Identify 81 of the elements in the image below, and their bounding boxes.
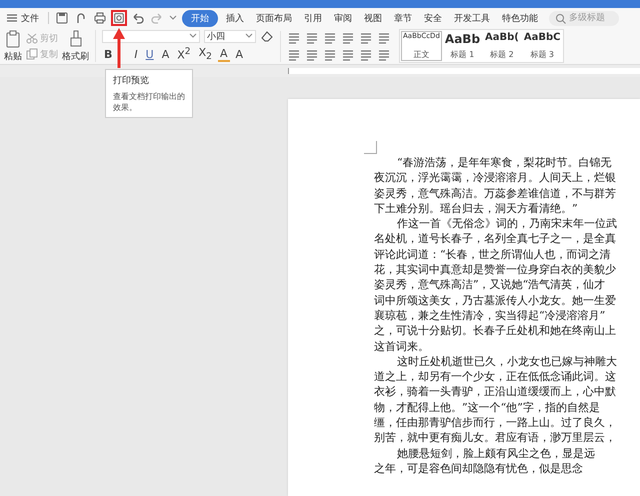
search-field[interactable]: 多级标题: [569, 13, 613, 23]
ribbon-tab[interactable]: 插入: [222, 10, 248, 26]
file-menu-button[interactable]: 文件: [4, 12, 43, 24]
ribbon-tab[interactable]: 页面布局: [252, 10, 296, 26]
text-line: 衣衫，骑着一头青驴，正沿山道缓缓而上，心中默: [374, 384, 616, 400]
save-button[interactable]: [54, 10, 70, 26]
text-line: 她腰悬短剑，脸上颇有风尘之色，显是远: [397, 446, 595, 461]
format-button[interactable]: X$_{2}$: [196, 46, 214, 62]
text-line: 词中所颂这美女，乃古墓派传人小龙女。她一生爱: [374, 292, 616, 308]
search-bar[interactable]: 多级标题: [549, 10, 619, 26]
ribbon-tab[interactable]: 开发工具: [450, 10, 494, 26]
paragraph-format-icon[interactable]: [377, 48, 391, 62]
text-line: 之年，可是容色间却隐隐有忧色，似是思念: [374, 460, 583, 476]
paragraph-format-icon[interactable]: [359, 48, 373, 62]
paragraph-format-icon[interactable]: [341, 30, 355, 44]
style-option[interactable]: AaBbC 标题 3: [522, 31, 562, 61]
undo-icon: [131, 11, 145, 25]
text-line: 名处机，道号长春子，名列全真七子之一，是全真: [374, 231, 616, 247]
print-preview-icon: [113, 11, 125, 25]
format-painter-button[interactable]: 格式刷: [62, 30, 89, 62]
paragraph-format-icon[interactable]: [323, 30, 337, 44]
paragraph-format-icon[interactable]: [287, 30, 301, 44]
text-line: 襄琼苞，兼之生性清冷，实当得起“冷浸溶溶月”: [374, 308, 606, 324]
font-size-field[interactable]: 小四: [204, 30, 256, 43]
dropdown-icon: [189, 32, 197, 40]
text-line: 别苦，就中更有痴儿女。君应有语，渺万里层云，: [374, 430, 616, 446]
margin-corner-mark: [364, 141, 377, 154]
text-line: 物，才配得上他。”这一个“他”字，指的自然是: [374, 400, 600, 416]
ribbon-tab[interactable]: 视图: [360, 10, 386, 26]
ribbon-tab[interactable]: 安全: [420, 10, 446, 26]
text-line: 姿灵秀，意气殊高洁。万蕊参差谁信道，不与群芳: [374, 186, 616, 201]
format-button[interactable]: B: [102, 48, 114, 60]
text-line: 花，其实词中真意却是赞誉一位身穿白衣的美貌少: [374, 262, 616, 278]
text-line: 夜沉沉，浮光霭霭，冷浸溶溶月。人间天上，烂银: [374, 170, 616, 186]
style-option[interactable]: AaBb( 标题 2: [483, 31, 521, 61]
format-button[interactable]: A: [160, 48, 172, 60]
print-preview-button[interactable]: [111, 10, 127, 26]
paragraph-format-icon[interactable]: [377, 30, 391, 44]
paragraph-format-icon[interactable]: [359, 30, 373, 44]
ribbon-tab[interactable]: 审阅: [330, 10, 356, 26]
format-button[interactable]: X$^{2}$: [175, 46, 193, 62]
print-button[interactable]: [92, 10, 108, 26]
text-line: 道之上，却另有一个少女，正在低低念诵此词。这: [374, 369, 616, 384]
format-button[interactable]: A: [234, 48, 246, 60]
font-size-value: 小四: [207, 30, 225, 43]
ribbon-tab[interactable]: 特色功能: [498, 10, 542, 26]
menu-icon: [6, 12, 18, 24]
paste-button[interactable]: 粘贴: [4, 30, 22, 62]
tooltip-text: 查看文档打印输出的效果。: [113, 91, 185, 113]
format-button[interactable]: U: [144, 48, 156, 60]
format-button[interactable]: I: [132, 48, 140, 60]
paragraph-format-icon[interactable]: [305, 48, 319, 62]
font-name-field[interactable]: [102, 30, 200, 43]
paragraph-format-icon[interactable]: [287, 48, 301, 62]
text-line: 这时丘处机逝世已久，小龙女也已嫁与神雕大: [397, 354, 617, 370]
paragraph-format-icon[interactable]: [341, 48, 355, 62]
text-line: 下土难分别。瑶台归去，洞天方看清绝。”: [374, 200, 578, 216]
scissors-icon: [26, 32, 38, 44]
text-line: 作这一首《无俗念》词的，乃南宋末年一位武: [397, 216, 617, 232]
text-line: 评论此词道：“长春，世之所谓仙人也，而词之清: [374, 246, 611, 262]
ribbon-tab[interactable]: 章节: [390, 10, 416, 26]
text-line: “春游浩荡，是年年寒食，梨花时节。白锦无: [397, 155, 612, 170]
text-line: 姿灵秀，意气殊高洁”，又说她“浩气清英，仙才: [374, 277, 606, 293]
text-line: 之，可说十分贴切。长春子丘处机和她在终南山上: [374, 323, 616, 339]
print-icon: [93, 11, 107, 25]
dropdown-icon: [245, 32, 253, 40]
ribbon-tab[interactable]: 引用: [300, 10, 326, 26]
paragraph-format-icon[interactable]: [323, 48, 337, 62]
tooltip-title: 打印预览: [113, 74, 150, 87]
pointer-arrow: [113, 28, 125, 68]
save-icon: [55, 11, 69, 25]
copy-icon: [26, 48, 38, 60]
paragraph-format-icon[interactable]: [305, 30, 319, 44]
search-icon: [555, 12, 566, 24]
style-option[interactable]: AaBb 标题 1: [442, 31, 482, 61]
text-line: 缰，任由那青驴信步而行，一路上山。过了良久，: [374, 415, 616, 430]
format-button[interactable]: A: [218, 46, 230, 62]
eraser-icon[interactable]: [260, 30, 274, 43]
text-line: 这首词来。: [374, 338, 429, 354]
ribbon-tab[interactable]: 开始: [182, 10, 218, 26]
redo-icon: [150, 11, 164, 25]
